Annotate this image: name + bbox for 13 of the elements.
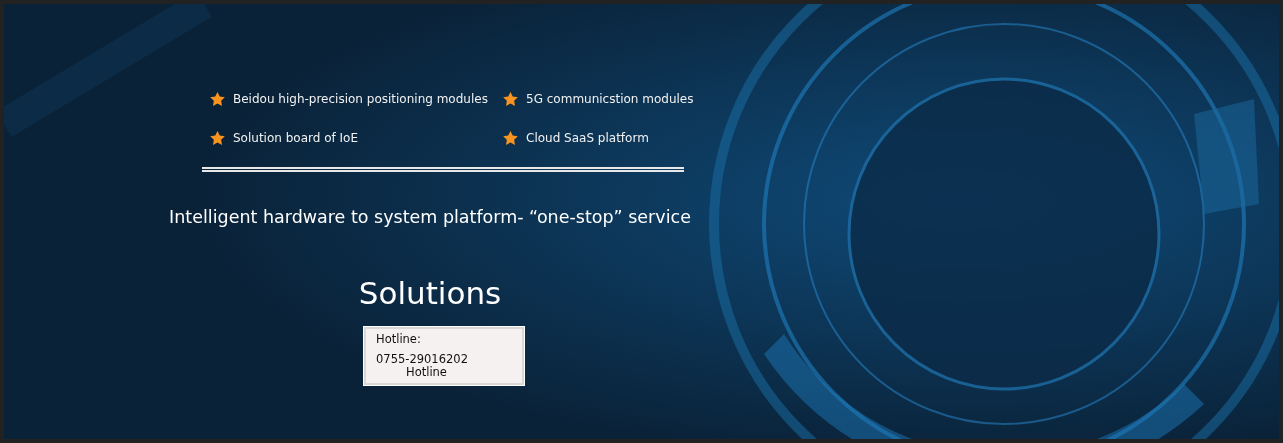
star-icon xyxy=(503,92,518,106)
star-icon xyxy=(210,92,225,106)
feature-label: Solution board of IoE xyxy=(233,130,358,147)
feature-label: Cloud SaaS platform xyxy=(526,130,649,147)
hotline-label: Hotline: xyxy=(376,330,422,348)
section-heading: Solutions xyxy=(357,274,503,314)
tagline: Intelligent hardware to system platform- “one-stop” service xyxy=(168,206,692,229)
phone-number: 0755-29016202 xyxy=(376,350,469,366)
hotline-caption: Hotline xyxy=(406,364,448,379)
star-icon xyxy=(503,131,518,145)
star-icon xyxy=(210,131,225,145)
feature-label: 5G communicstion modules xyxy=(526,91,694,108)
feature-label: Beidou high-precision positioning modules xyxy=(233,91,488,108)
